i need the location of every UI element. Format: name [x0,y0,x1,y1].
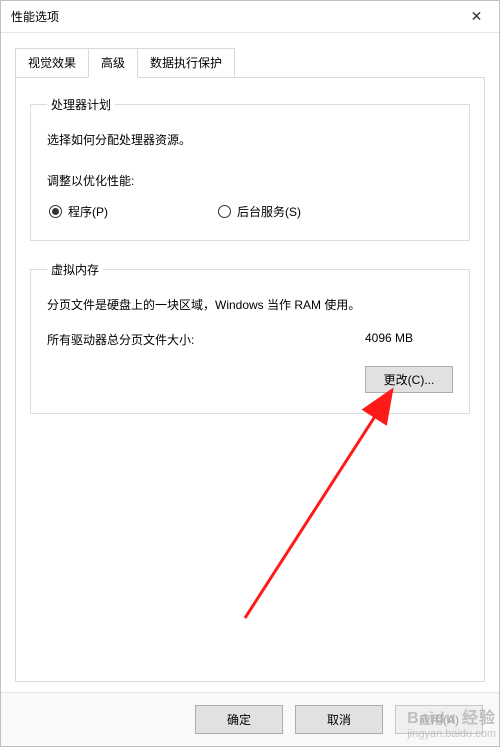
vmem-legend: 虚拟内存 [47,261,103,278]
radio-icon [218,205,231,218]
vmem-total-row: 所有驱动器总分页文件大小: 4096 MB [47,331,453,348]
tab-strip: 视觉效果 高级 数据执行保护 [15,47,485,77]
vmem-desc: 分页文件是硬盘上的一块区域，Windows 当作 RAM 使用。 [47,296,453,313]
radio-programs[interactable]: 程序(P) [49,203,108,220]
button-label: 更改(C)... [384,373,435,387]
vmem-total-value: 4096 MB [365,331,453,348]
performance-options-window: 性能选项 ✕ 视觉效果 高级 数据执行保护 处理器计划 选择如何分配处理器资源。… [0,0,500,747]
apply-button[interactable]: 应用(A) [395,705,483,734]
vmem-total-label: 所有驱动器总分页文件大小: [47,331,194,348]
processor-scheduling-group: 处理器计划 选择如何分配处理器资源。 调整以优化性能: 程序(P) 后台服务(S… [30,96,470,241]
optimize-radio-row: 程序(P) 后台服务(S) [47,203,453,220]
advanced-panel: 处理器计划 选择如何分配处理器资源。 调整以优化性能: 程序(P) 后台服务(S… [15,77,485,682]
optimize-label: 调整以优化性能: [47,172,453,189]
radio-background-services[interactable]: 后台服务(S) [218,203,301,220]
button-label: 取消 [327,713,351,727]
window-title: 性能选项 [11,8,59,25]
close-icon: ✕ [471,8,483,25]
close-button[interactable]: ✕ [454,1,499,32]
tab-advanced[interactable]: 高级 [88,48,138,78]
ok-button[interactable]: 确定 [195,705,283,734]
radio-label: 程序(P) [68,203,108,220]
radio-icon [49,205,62,218]
button-label: 确定 [227,713,251,727]
tab-dep[interactable]: 数据执行保护 [137,48,235,78]
tab-label: 数据执行保护 [150,56,222,70]
titlebar: 性能选项 ✕ [1,1,499,33]
tab-label: 视觉效果 [28,56,76,70]
processor-legend: 处理器计划 [47,96,115,113]
dialog-footer: 确定 取消 应用(A) [1,692,499,746]
cancel-button[interactable]: 取消 [295,705,383,734]
processor-desc: 选择如何分配处理器资源。 [47,131,453,148]
radio-label: 后台服务(S) [237,203,301,220]
tab-visual-effects[interactable]: 视觉效果 [15,48,89,78]
tab-label: 高级 [101,56,125,70]
change-button[interactable]: 更改(C)... [365,366,453,393]
button-label: 应用(A) [419,713,459,727]
virtual-memory-group: 虚拟内存 分页文件是硬盘上的一块区域，Windows 当作 RAM 使用。 所有… [30,261,470,414]
